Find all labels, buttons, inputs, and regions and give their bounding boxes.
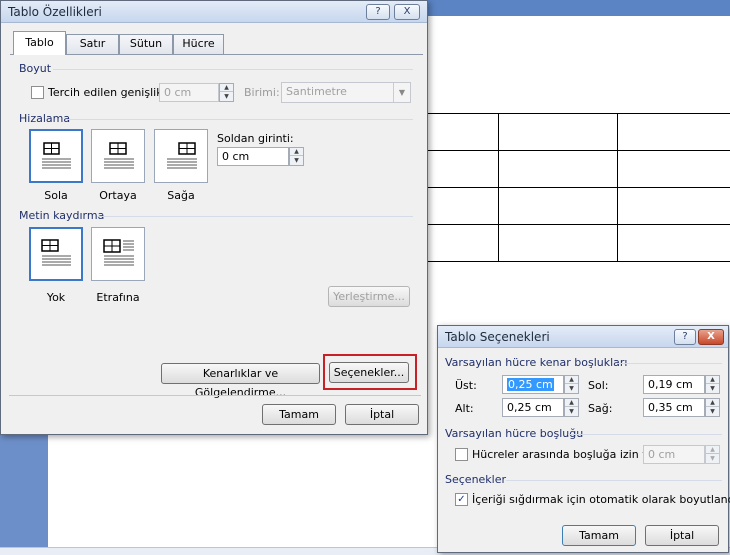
- wrap-around-icon: [103, 239, 134, 266]
- preferred-width-checkbox[interactable]: [31, 86, 44, 99]
- tab-column[interactable]: Sütun: [119, 34, 173, 54]
- section-wrap-label: Metin kaydırma: [19, 209, 105, 222]
- autofit-label: İçeriği sığdırmak için otomatik olarak b…: [472, 493, 730, 506]
- table-row: [427, 187, 730, 225]
- wrap-none-label: Yok: [46, 291, 66, 304]
- section-divider: [67, 119, 413, 120]
- align-right-icon: [167, 142, 197, 169]
- spin-down-icon[interactable]: ▼: [565, 408, 578, 416]
- align-center-icon: [104, 142, 134, 169]
- section-divider: [506, 480, 722, 481]
- unit-select[interactable]: Santimetre: [281, 82, 411, 103]
- spin-up-icon[interactable]: ▲: [706, 376, 719, 384]
- indent-input[interactable]: 0 cm: [217, 147, 289, 166]
- align-left-icon: [42, 142, 71, 169]
- spacing-stepper[interactable]: ▲ ▼: [705, 445, 720, 464]
- table-options-dialog: Tablo Seçenekleri ? X Varsayılan hücre k…: [437, 325, 730, 553]
- table-row: [427, 113, 730, 151]
- top-margin-label: Üst:: [455, 379, 477, 392]
- dialog-title: Tablo Özellikleri: [8, 5, 102, 19]
- help-button[interactable]: ?: [366, 4, 390, 20]
- spin-down-icon[interactable]: ▼: [290, 157, 303, 165]
- section-spacing-label: Varsayılan hücre boşluğu: [445, 427, 584, 440]
- close-button[interactable]: X: [698, 329, 724, 345]
- align-left-option[interactable]: [29, 129, 83, 183]
- tab-row[interactable]: Satır: [66, 34, 119, 54]
- spin-up-icon[interactable]: ▲: [290, 148, 303, 156]
- section-margins-label: Varsayılan hücre kenar boşlukları: [445, 356, 628, 369]
- wrap-none-icon: [41, 239, 71, 266]
- positioning-button[interactable]: Yerleştirme...: [328, 286, 410, 307]
- indent-label: Soldan girinti:: [217, 132, 294, 145]
- preferred-width-stepper[interactable]: ▲ ▼: [219, 83, 234, 102]
- section-divider: [53, 69, 413, 70]
- spin-down-icon[interactable]: ▼: [706, 408, 719, 416]
- wrap-none-option[interactable]: [29, 227, 83, 281]
- table-properties-dialog: Tablo Özellikleri ? X Tablo Satır Sütun …: [0, 0, 428, 435]
- spin-up-icon[interactable]: ▲: [706, 446, 719, 454]
- unit-label: Birimi:: [244, 86, 280, 99]
- spin-down-icon[interactable]: ▼: [565, 385, 578, 393]
- indent-stepper[interactable]: ▲ ▼: [289, 147, 304, 166]
- cancel-button[interactable]: İptal: [345, 404, 419, 425]
- wrap-around-label: Etrafına: [96, 291, 140, 304]
- tab-cell[interactable]: Hücre: [173, 34, 224, 54]
- align-right-option[interactable]: [154, 129, 208, 183]
- borders-shading-button[interactable]: Kenarlıklar ve Gölgelendirme...: [161, 363, 320, 399]
- section-divider: [97, 216, 413, 217]
- ok-button[interactable]: Tamam: [262, 404, 336, 425]
- spin-up-icon[interactable]: ▲: [565, 376, 578, 384]
- close-button[interactable]: X: [394, 4, 420, 20]
- table-row: [427, 224, 730, 262]
- right-margin-label: Sağ:: [588, 402, 613, 415]
- align-left-label: Sola: [44, 189, 68, 202]
- tab-panel-border: [10, 54, 423, 55]
- left-margin-stepper[interactable]: ▲ ▼: [705, 375, 720, 394]
- bottom-margin-label: Alt:: [455, 402, 474, 415]
- align-center-label: Ortaya: [99, 189, 137, 202]
- section-options-label: Seçenekler: [445, 473, 507, 486]
- spin-up-icon[interactable]: ▲: [220, 84, 233, 92]
- document-table: [427, 113, 730, 262]
- bottom-margin-stepper[interactable]: ▲ ▼: [564, 398, 579, 417]
- bottom-margin-input[interactable]: 0,25 cm: [502, 398, 564, 417]
- section-divider: [618, 363, 722, 364]
- spin-down-icon[interactable]: ▼: [706, 385, 719, 393]
- tab-table[interactable]: Tablo: [13, 31, 66, 55]
- spacing-input[interactable]: 0 cm: [643, 445, 705, 464]
- dialog-titlebar: Tablo Özellikleri ? X: [1, 1, 427, 23]
- allow-spacing-checkbox[interactable]: [455, 448, 468, 461]
- preferred-width-input[interactable]: 0 cm: [159, 83, 219, 102]
- spin-up-icon[interactable]: ▲: [565, 399, 578, 407]
- options-button[interactable]: Seçenekler...: [329, 362, 409, 383]
- top-margin-input[interactable]: 0,25 cm: [502, 375, 564, 394]
- section-size-label: Boyut: [19, 62, 52, 75]
- top-margin-stepper[interactable]: ▲ ▼: [564, 375, 579, 394]
- table-row: [427, 150, 730, 188]
- cancel-button[interactable]: İptal: [645, 525, 719, 546]
- preferred-width-label: Tercih edilen genişlik:: [48, 86, 167, 99]
- align-center-option[interactable]: [91, 129, 145, 183]
- allow-spacing-label: Hücreler arasında boşluğa izin ver: [472, 448, 661, 461]
- dialog-titlebar: Tablo Seçenekleri ? X: [438, 326, 728, 348]
- section-divider: [568, 434, 722, 435]
- left-margin-label: Sol:: [588, 379, 609, 392]
- wrap-around-option[interactable]: [91, 227, 145, 281]
- spin-down-icon[interactable]: ▼: [220, 93, 233, 101]
- dialog-title: Tablo Seçenekleri: [445, 330, 550, 344]
- help-button[interactable]: ?: [674, 329, 696, 345]
- footer-divider: [9, 395, 421, 396]
- section-alignment-label: Hizalama: [19, 112, 71, 125]
- spin-up-icon[interactable]: ▲: [706, 399, 719, 407]
- top-margin-value: 0,25 cm: [507, 378, 554, 391]
- ok-button[interactable]: Tamam: [562, 525, 636, 546]
- left-margin-input[interactable]: 0,19 cm: [643, 375, 705, 394]
- right-margin-input[interactable]: 0,35 cm: [643, 398, 705, 417]
- right-margin-stepper[interactable]: ▲ ▼: [705, 398, 720, 417]
- spin-down-icon[interactable]: ▼: [706, 455, 719, 463]
- align-right-label: Sağa: [167, 189, 195, 202]
- chevron-down-icon[interactable]: ▼: [393, 83, 410, 102]
- autofit-checkbox[interactable]: ✓: [455, 493, 468, 506]
